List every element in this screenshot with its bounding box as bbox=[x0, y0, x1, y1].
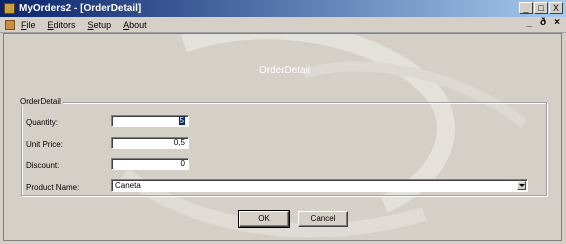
menu-bar: File Editors Setup About _ ð × bbox=[0, 17, 566, 33]
menu-editors[interactable]: Editors bbox=[48, 20, 76, 30]
menu-setup[interactable]: Setup bbox=[88, 20, 112, 30]
unit-price-field[interactable]: 0,5 bbox=[111, 137, 189, 149]
mdi-client-area: OrderDetail OrderDetail Quantity: 5 Unit… bbox=[3, 33, 562, 241]
cancel-button[interactable]: Cancel bbox=[298, 211, 348, 227]
product-name-value: Caneta bbox=[115, 181, 141, 190]
title-bar[interactable]: MyOrders2 - [OrderDetail] _ □ X bbox=[0, 0, 566, 17]
app-icon[interactable] bbox=[4, 3, 15, 14]
mdi-child-icon[interactable] bbox=[5, 19, 15, 30]
mdi-close-button[interactable]: × bbox=[554, 17, 560, 28]
dropdown-arrow-icon[interactable] bbox=[517, 181, 526, 190]
discount-field[interactable]: 0 bbox=[111, 158, 189, 170]
menu-about[interactable]: About bbox=[123, 20, 147, 30]
product-name-label: Product Name: bbox=[26, 183, 80, 192]
form-title: OrderDetail bbox=[259, 65, 311, 76]
discount-label: Discount: bbox=[26, 161, 60, 170]
menu-file[interactable]: File bbox=[21, 20, 36, 30]
maximize-button[interactable]: □ bbox=[534, 2, 548, 14]
mdi-minimize-button[interactable]: _ bbox=[526, 17, 532, 28]
minimize-button[interactable]: _ bbox=[519, 2, 533, 14]
close-button[interactable]: X bbox=[549, 2, 563, 14]
mdi-restore-button[interactable]: ð bbox=[540, 17, 546, 28]
quantity-value: 5 bbox=[178, 116, 185, 125]
ok-button[interactable]: OK bbox=[238, 210, 290, 228]
quantity-label: Quantity: bbox=[26, 118, 59, 127]
window-controls: _ □ X bbox=[519, 2, 563, 14]
window-title: MyOrders2 - [OrderDetail] bbox=[19, 3, 142, 14]
mdi-controls: _ ð × bbox=[526, 17, 560, 28]
product-name-combobox[interactable]: Caneta bbox=[111, 179, 528, 192]
groupbox-label: OrderDetail bbox=[18, 97, 63, 106]
quantity-field[interactable]: 5 bbox=[111, 115, 189, 127]
unit-price-label: Unit Price: bbox=[26, 140, 63, 149]
